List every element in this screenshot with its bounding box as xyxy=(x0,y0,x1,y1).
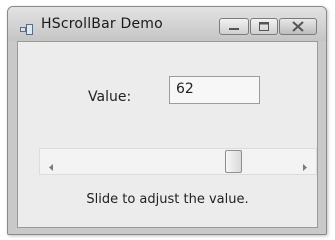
title-bar[interactable]: HScrollBar Demo xyxy=(8,7,326,41)
scroll-left-arrow-icon[interactable] xyxy=(48,157,56,171)
horizontal-scrollbar[interactable] xyxy=(39,148,317,175)
main-window: HScrollBar Demo Value: 62 Slide to adjus… xyxy=(7,6,327,235)
value-textbox[interactable]: 62 xyxy=(169,76,260,104)
app-icon xyxy=(20,20,33,35)
maximize-button[interactable] xyxy=(250,18,278,35)
hint-label: Slide to adjust the value. xyxy=(86,192,249,207)
form-client-area: Value: 62 Slide to adjust the value. xyxy=(17,41,318,228)
minimize-button[interactable] xyxy=(219,18,249,35)
close-icon xyxy=(292,21,304,32)
maximize-icon xyxy=(259,22,269,31)
scrollbar-thumb[interactable] xyxy=(225,150,242,173)
minimize-icon xyxy=(229,28,239,30)
close-button[interactable] xyxy=(279,18,317,35)
scroll-right-arrow-icon[interactable] xyxy=(300,157,308,171)
window-title: HScrollBar Demo xyxy=(41,16,163,32)
value-label: Value: xyxy=(88,89,132,105)
